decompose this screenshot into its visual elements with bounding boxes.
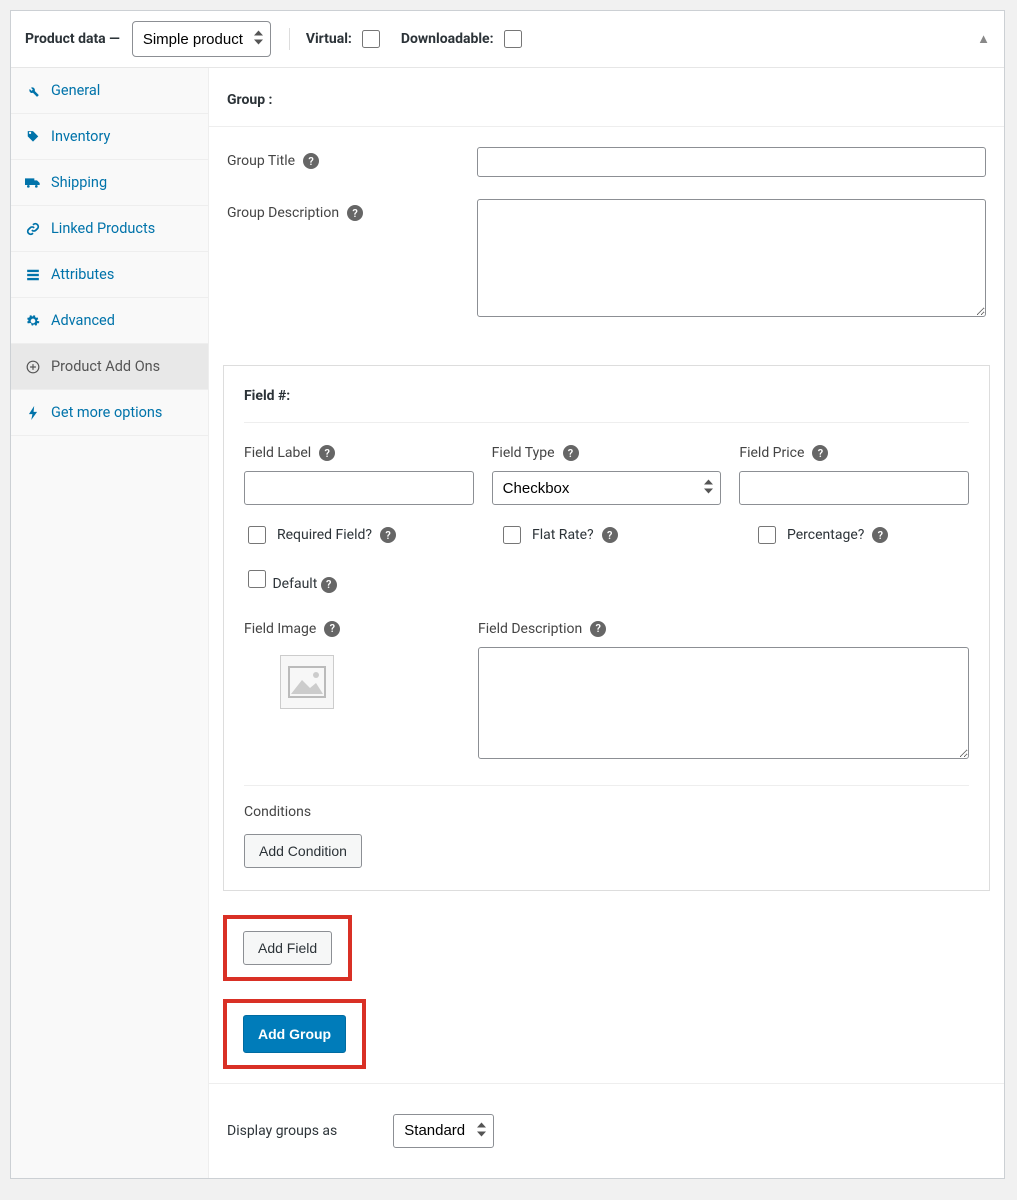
sidebar-item-general[interactable]: General [11, 68, 208, 114]
percentage-checkbox[interactable] [758, 526, 776, 544]
help-icon[interactable]: ? [319, 445, 335, 461]
field-label-label: Field Label [244, 445, 311, 461]
required-field-row: Required Field? ? [244, 523, 459, 547]
help-icon[interactable]: ? [812, 445, 828, 461]
display-groups-select[interactable]: Standard [393, 1114, 494, 1148]
group-title-label: Group Title [227, 153, 295, 169]
virtual-checkbox[interactable] [362, 30, 380, 48]
display-groups-label: Display groups as [227, 1123, 337, 1139]
sidebar-item-label: Linked Products [51, 220, 155, 237]
tag-icon [25, 130, 41, 144]
group-title-input[interactable] [477, 147, 986, 177]
add-condition-button[interactable]: Add Condition [244, 834, 362, 868]
collapse-icon[interactable]: ▲ [977, 31, 990, 47]
field-section-heading: Field #: [244, 388, 969, 423]
sidebar-item-shipping[interactable]: Shipping [11, 160, 208, 206]
downloadable-checkbox-label: Downloadable: [401, 27, 525, 51]
downloadable-checkbox[interactable] [504, 30, 522, 48]
conditions-section: Conditions Add Condition [244, 785, 969, 868]
gear-icon [25, 314, 41, 328]
help-icon[interactable]: ? [303, 153, 319, 169]
flat-rate-row: Flat Rate? ? [499, 523, 714, 547]
sidebar-item-inventory[interactable]: Inventory [11, 114, 208, 160]
required-checkbox[interactable] [248, 526, 266, 544]
panel-header: Product data — Simple product Virtual: D… [11, 11, 1004, 68]
sidebar-item-label: General [51, 82, 100, 99]
field-description-label: Field Description [478, 621, 582, 637]
panel-title: Product data — [25, 31, 120, 47]
sidebar-item-more[interactable]: Get more options [11, 390, 208, 436]
conditions-label: Conditions [244, 804, 969, 820]
image-icon [288, 666, 326, 698]
add-group-highlight: Add Group [223, 999, 366, 1069]
main-content: Group : Group Title ? Group Description … [209, 68, 1004, 1178]
sidebar-item-addons[interactable]: Product Add Ons [11, 344, 208, 390]
help-icon[interactable]: ? [563, 445, 579, 461]
sidebar-item-label: Get more options [51, 404, 162, 421]
field-image-label: Field Image [244, 621, 316, 637]
truck-icon [25, 176, 41, 190]
field-price-input[interactable] [739, 471, 969, 505]
group-description-label: Group Description [227, 205, 339, 221]
product-type-select[interactable]: Simple product [132, 21, 271, 57]
sidebar-item-linked[interactable]: Linked Products [11, 206, 208, 252]
field-description-textarea[interactable] [478, 647, 969, 759]
group-description-textarea[interactable] [477, 199, 986, 317]
virtual-checkbox-label: Virtual: [306, 27, 383, 51]
add-field-button[interactable]: Add Field [243, 931, 332, 965]
sidebar-item-label: Advanced [51, 312, 115, 329]
sidebar-item-advanced[interactable]: Advanced [11, 298, 208, 344]
help-icon[interactable]: ? [324, 621, 340, 637]
help-icon[interactable]: ? [347, 205, 363, 221]
field-price-label: Field Price [739, 445, 804, 461]
sidebar-item-label: Attributes [51, 266, 114, 283]
sidebar-item-label: Shipping [51, 174, 107, 191]
plus-circle-icon [25, 360, 41, 374]
default-checkbox[interactable] [248, 570, 266, 588]
sidebar-item-label: Inventory [51, 128, 110, 145]
sidebar-item-label: Product Add Ons [51, 358, 160, 375]
link-icon [25, 222, 41, 236]
wrench-icon [25, 84, 41, 98]
image-placeholder[interactable] [280, 655, 334, 709]
group-section-heading: Group : [209, 68, 1004, 127]
add-field-highlight: Add Field [223, 915, 352, 981]
default-row: Default ? [244, 576, 337, 592]
help-icon[interactable]: ? [380, 527, 396, 543]
display-groups-row: Display groups as Standard [209, 1083, 1004, 1178]
bolt-icon [25, 406, 41, 420]
percentage-row: Percentage? ? [754, 523, 969, 547]
field-label-input[interactable] [244, 471, 474, 505]
sidebar-item-attributes[interactable]: Attributes [11, 252, 208, 298]
group-block: Group Title ? Group Description ? [209, 127, 1004, 349]
field-type-select[interactable]: Checkbox [492, 471, 722, 505]
divider [289, 28, 290, 50]
help-icon[interactable]: ? [602, 527, 618, 543]
field-box: Field #: Field Label ? Field Type ? [223, 365, 990, 891]
list-icon [25, 268, 41, 282]
help-icon[interactable]: ? [872, 527, 888, 543]
flat-rate-checkbox[interactable] [503, 526, 521, 544]
add-group-button[interactable]: Add Group [243, 1015, 346, 1053]
help-icon[interactable]: ? [590, 621, 606, 637]
help-icon[interactable]: ? [321, 577, 337, 593]
product-data-panel: Product data — Simple product Virtual: D… [10, 10, 1005, 1179]
field-type-label: Field Type [492, 445, 555, 461]
tabs-sidebar: General Inventory Shipping [11, 68, 209, 1178]
